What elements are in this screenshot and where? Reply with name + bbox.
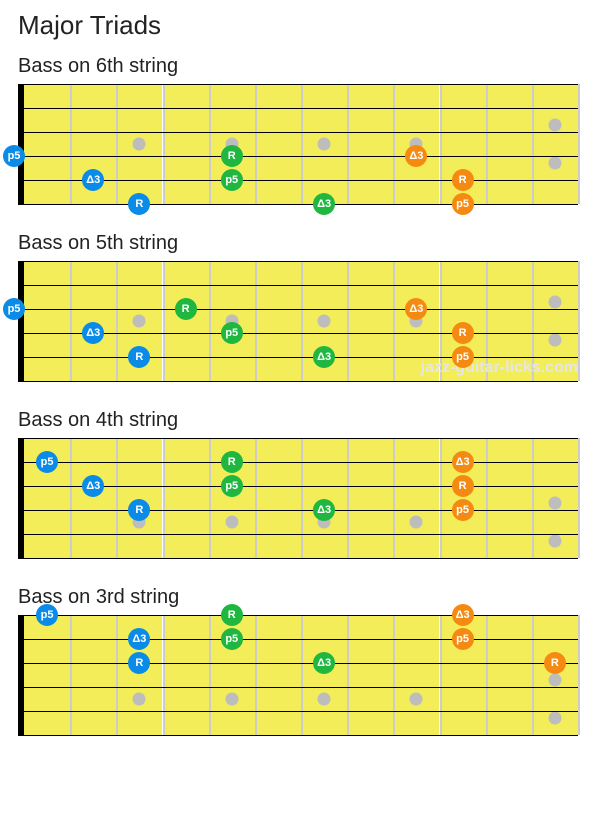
note-dot: Δ3 <box>452 451 474 473</box>
fret-marker-dot <box>548 535 561 548</box>
fret-marker-dot <box>133 693 146 706</box>
fret-marker-dot <box>410 516 423 529</box>
fretboard: p5Δ3RRp5Δ3Δ3Rp5 <box>18 438 588 558</box>
diagram-title: Bass on 6th string <box>18 55 588 78</box>
fret-marker-dot <box>548 118 561 131</box>
note-dot: Δ3 <box>313 652 335 674</box>
fret-marker-dot <box>318 138 331 151</box>
fret-marker-dot <box>318 315 331 328</box>
diagram-title: Bass on 3rd string <box>18 586 588 609</box>
diagrams-container: Bass on 6th stringp5Δ3RRp5Δ3Δ3Rp5Bass on… <box>18 55 588 735</box>
note-dot: Δ3 <box>313 346 335 368</box>
note-dot: Δ3 <box>405 145 427 167</box>
fret-marker-dot <box>548 673 561 686</box>
diagram-title: Bass on 4th string <box>18 409 588 432</box>
note-dot: p5 <box>36 604 58 626</box>
note-dot: Δ3 <box>82 169 104 191</box>
fret-marker-dot <box>133 315 146 328</box>
fret-marker-dot <box>548 295 561 308</box>
note-dot: R <box>175 298 197 320</box>
fret-marker-dot <box>548 334 561 347</box>
note-dot: p5 <box>221 628 243 650</box>
note-dot: R <box>452 322 474 344</box>
note-dot: p5 <box>3 145 25 167</box>
fretboard: p5Δ3RRp5Δ3Δ3p5R <box>18 615 588 735</box>
note-dot: R <box>452 475 474 497</box>
note-dot: p5 <box>452 628 474 650</box>
diagram-section: Bass on 5th stringp5Δ3RRp5Δ3Δ3Rp5jazz-gu… <box>18 232 588 381</box>
fret-marker-dot <box>318 693 331 706</box>
note-dot: p5 <box>452 346 474 368</box>
note-dot: R <box>128 193 150 215</box>
fret-marker-dot <box>410 693 423 706</box>
note-dot: R <box>128 652 150 674</box>
note-dot: R <box>128 346 150 368</box>
fret-marker-dot <box>225 516 238 529</box>
note-dot: R <box>221 451 243 473</box>
note-dot: Δ3 <box>405 298 427 320</box>
fretboard: p5Δ3RRp5Δ3Δ3Rp5 <box>18 84 588 204</box>
diagram-section: Bass on 4th stringp5Δ3RRp5Δ3Δ3Rp5 <box>18 409 588 558</box>
note-dot: p5 <box>3 298 25 320</box>
fret-marker-dot <box>548 157 561 170</box>
diagram-section: Bass on 3rd stringp5Δ3RRp5Δ3Δ3p5R <box>18 586 588 735</box>
note-dot: p5 <box>221 169 243 191</box>
note-dot: p5 <box>36 451 58 473</box>
note-dot: Δ3 <box>313 193 335 215</box>
note-dot: R <box>128 499 150 521</box>
note-dot: R <box>221 145 243 167</box>
note-dot: Δ3 <box>82 322 104 344</box>
fret-marker-dot <box>548 712 561 725</box>
fret-marker-dot <box>548 496 561 509</box>
note-dot: p5 <box>452 193 474 215</box>
fretboard: p5Δ3RRp5Δ3Δ3Rp5 <box>18 261 588 381</box>
note-dot: Δ3 <box>82 475 104 497</box>
diagram-section: Bass on 6th stringp5Δ3RRp5Δ3Δ3Rp5 <box>18 55 588 204</box>
page-title: Major Triads <box>18 10 588 41</box>
note-dot: R <box>452 169 474 191</box>
fret-marker-dot <box>225 693 238 706</box>
note-dot: Δ3 <box>128 628 150 650</box>
note-dot: p5 <box>221 475 243 497</box>
note-dot: Δ3 <box>452 604 474 626</box>
diagram-title: Bass on 5th string <box>18 232 588 255</box>
fret-marker-dot <box>133 138 146 151</box>
note-dot: p5 <box>221 322 243 344</box>
note-dot: Δ3 <box>313 499 335 521</box>
note-dot: R <box>221 604 243 626</box>
note-dot: R <box>544 652 566 674</box>
note-dot: p5 <box>452 499 474 521</box>
